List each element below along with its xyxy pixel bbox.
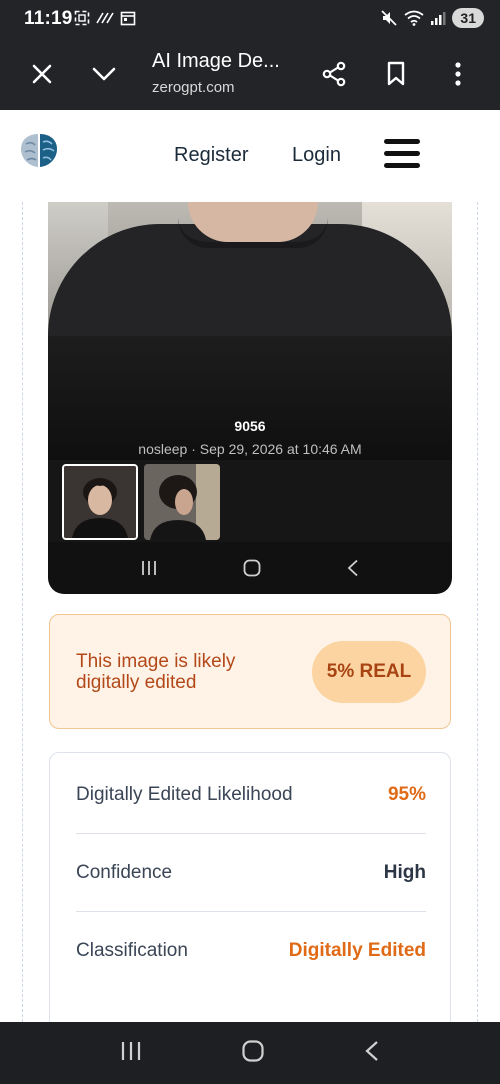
bookmark-button[interactable] [378,56,414,92]
thumbnail-2[interactable] [144,464,220,540]
mute-icon [381,10,398,26]
status-right: 31 [380,8,484,28]
system-nav-bar [0,1022,500,1084]
preview-subtitle: nosleep · Sep 29, 2026 at 10:46 AM [138,441,362,457]
bookmark-icon [387,61,405,86]
page-title[interactable]: AI Image De... [152,50,280,73]
recent-apps-icon [121,1041,141,1060]
likelihood-value: 95% [387,783,426,805]
calendar-icon [120,11,136,26]
thumbnail-1[interactable] [62,464,138,540]
classification-label: Classification [76,940,188,961]
classification-value: Digitally Edited [288,940,426,961]
status-bar: 11:19 31 [0,0,500,38]
preview-title: 9056 [234,418,266,434]
page-border-left [22,202,23,1022]
register-link[interactable]: Register [174,144,248,167]
back-button[interactable] [364,1040,380,1067]
status-left-icons [74,10,136,26]
browser-toolbar: AI Image De... zerogpt.com [0,38,500,110]
share-button[interactable] [316,56,352,92]
back-icon [347,559,358,577]
detail-row-confidence: Confidence High [76,834,426,912]
likelihood-label: Digitally Edited Likelihood [76,783,293,805]
photo [48,202,452,336]
more-options-button[interactable] [440,56,476,92]
signal-icon [431,12,446,25]
recent-apps-button[interactable] [120,1041,142,1066]
page-domain[interactable]: zerogpt.com [152,79,235,96]
real-score-badge: 5% REAL [312,641,426,703]
uploaded-image-preview: 9056 nosleep · Sep 29, 2026 at 10:46 AM [48,202,452,594]
confidence-label: Confidence [76,861,173,883]
wifi-icon [404,10,424,26]
brain-logo-icon[interactable] [18,130,60,172]
real-score-label: 5% REAL [326,661,412,682]
home-button[interactable] [242,1039,264,1067]
preview-nav-bar [48,542,452,594]
thumbnail-strip [48,460,452,542]
site-header: Register Login [0,110,500,202]
screenshot-icon [74,10,90,26]
close-tab-button[interactable] [24,56,60,92]
back-icon [365,1040,378,1061]
data-saver-icon [96,12,114,24]
result-banner: This image is likely digitally edited 5%… [49,614,451,729]
page-border-right [477,202,478,1022]
home-icon [242,1039,264,1062]
confidence-value: High [383,861,426,883]
battery-indicator: 31 [452,8,484,28]
share-icon [322,61,346,87]
recent-apps-icon [142,561,157,575]
more-vertical-icon [455,62,461,86]
close-icon [32,64,52,84]
detail-row-likelihood: Digitally Edited Likelihood 95% [76,756,426,834]
hamburger-icon [384,139,420,144]
login-link[interactable]: Login [292,144,341,167]
menu-button[interactable] [384,139,420,171]
status-time: 11:19 [24,8,73,29]
minimize-button[interactable] [86,56,122,92]
home-icon [243,559,261,577]
chevron-down-icon [92,67,116,81]
result-message: This image is likely digitally edited [76,651,236,693]
detail-row-classification: Classification Digitally Edited [76,912,426,990]
details-card: Digitally Edited Likelihood 95% Confiden… [49,752,451,1042]
